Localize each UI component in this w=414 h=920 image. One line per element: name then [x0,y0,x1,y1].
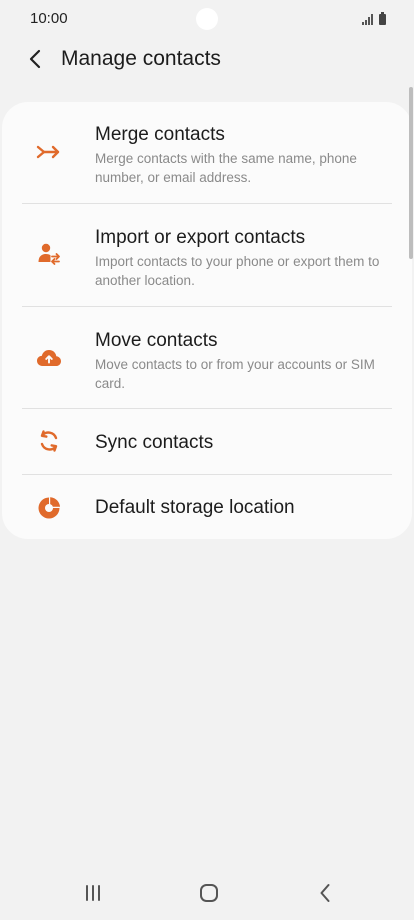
page-title: Manage contacts [61,47,221,70]
nav-back-button[interactable] [305,878,345,908]
merge-contacts-title: Merge contacts [95,124,225,145]
status-bar: 10:00 [0,0,414,38]
merge-contacts-description: Merge contacts with the same name, phone… [95,151,357,185]
camera-cutout [196,8,218,30]
cloud-upload-icon [35,344,63,372]
battery-icon [379,12,386,25]
chevron-left-icon [29,49,41,69]
back-button[interactable] [18,42,52,76]
options-card: Merge contacts Merge contacts with the s… [2,102,412,539]
sync-contacts-title: Sync contacts [95,432,214,453]
recents-button[interactable] [73,878,113,908]
scrollbar[interactable] [409,87,413,259]
move-contacts-description: Move contacts to or from your accounts o… [95,357,375,391]
screen: 10:00 Manage contacts Merge contacts Mer… [0,0,414,920]
home-button[interactable] [189,878,229,908]
merge-contacts-item[interactable]: Merge contacts Merge contacts with the s… [2,102,412,203]
home-icon [200,884,218,902]
navigation-bar [0,866,414,920]
merge-icon [35,138,63,166]
app-header: Manage contacts [0,38,414,82]
signal-icon [362,13,373,25]
status-icons [362,11,386,25]
recents-icon [86,885,100,901]
storage-pie-icon [35,494,63,522]
import-export-contacts-description: Import contacts to your phone or export … [95,254,380,288]
status-time: 10:00 [30,10,68,27]
import-export-contacts-item[interactable]: Import or export contacts Import contact… [2,204,412,306]
default-storage-location-item[interactable]: Default storage location [2,475,412,539]
back-icon [320,884,330,902]
import-export-contacts-title: Import or export contacts [95,227,306,248]
default-storage-location-title: Default storage location [95,497,295,518]
move-contacts-title: Move contacts [95,330,218,351]
move-contacts-item[interactable]: Move contacts Move contacts to or from y… [2,307,412,409]
sync-contacts-item[interactable]: Sync contacts [2,409,412,474]
sync-icon [35,427,63,455]
person-transfer-icon [35,240,63,268]
